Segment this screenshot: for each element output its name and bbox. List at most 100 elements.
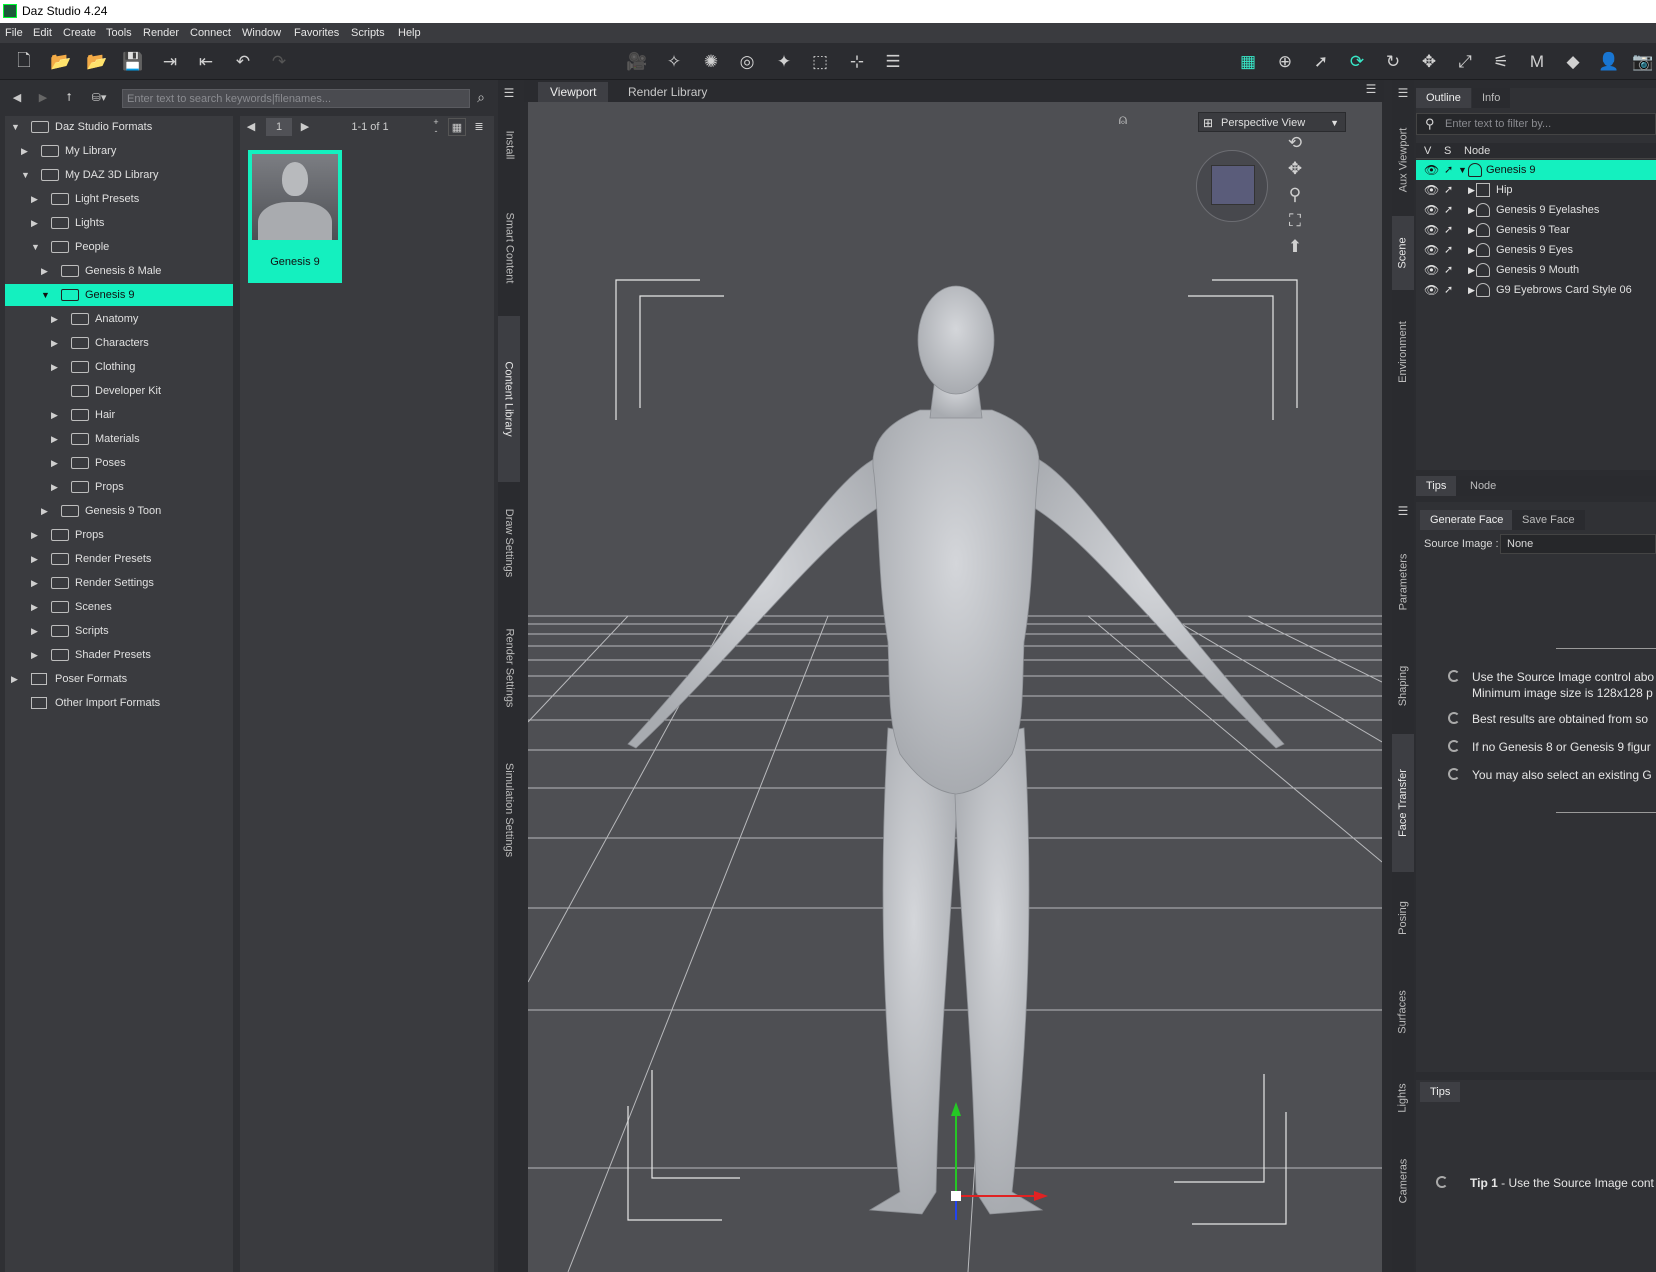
expand-arrow-icon[interactable]: ▶	[51, 476, 61, 498]
tab-outline[interactable]: Outline	[1416, 88, 1471, 108]
create-spot-light-icon[interactable]: ◎	[736, 51, 758, 73]
tab-scene[interactable]: Scene	[1392, 216, 1414, 290]
selectable-pointer-icon[interactable]: ➚	[1444, 280, 1453, 300]
tree-item[interactable]: ▶ Render Settings	[5, 572, 233, 594]
menu-file[interactable]: File	[5, 27, 23, 39]
aim-icon[interactable]: ⬆	[1284, 236, 1306, 258]
tab-info[interactable]: Info	[1472, 88, 1511, 108]
tab-simulation-settings[interactable]: Simulation Settings	[498, 734, 520, 886]
joint-editor-icon[interactable]: ⚟	[1490, 51, 1512, 73]
expand-arrow-icon[interactable]: ▶	[1468, 220, 1475, 240]
create-distant-light-icon[interactable]: ✧	[663, 51, 685, 73]
grid-icon[interactable]: ▦	[1237, 51, 1259, 73]
expand-arrow-icon[interactable]: ▶	[1468, 280, 1475, 300]
selectable-pointer-icon[interactable]: ➚	[1444, 240, 1453, 260]
outline-node-row[interactable]: 👁 ➚ ▶ Hip	[1416, 180, 1656, 200]
tab-tips[interactable]: Tips	[1416, 476, 1457, 496]
tree-item[interactable]: ▶ Materials	[5, 428, 233, 450]
pan-icon[interactable]: ✥	[1284, 158, 1306, 180]
universal-tool-icon[interactable]: ⊕	[1274, 51, 1296, 73]
tab-node[interactable]: Node	[1460, 476, 1507, 496]
visibility-eye-icon[interactable]: 👁	[1424, 240, 1439, 260]
content-item-genesis-9[interactable]: Genesis 9	[248, 150, 342, 283]
drawstyle-icon[interactable]: ⍝	[1112, 108, 1134, 130]
tree-item[interactable]: ▶ Genesis 8 Male	[5, 260, 233, 282]
tree-item[interactable]: ▶ Shader Presets	[5, 644, 233, 666]
menu-help[interactable]: Help	[398, 27, 421, 39]
selectable-pointer-icon[interactable]: ➚	[1444, 220, 1453, 240]
undo-icon[interactable]: ↶	[232, 51, 254, 73]
panel-menu-icon[interactable]: ☰	[1392, 82, 1414, 104]
tree-item[interactable]: ▶ Props	[5, 524, 233, 546]
menu-tools[interactable]: Tools	[106, 27, 132, 39]
tab-generate-face[interactable]: Generate Face	[1420, 510, 1514, 530]
menu-favorites[interactable]: Favorites	[294, 27, 339, 39]
tab-viewport[interactable]: Viewport	[538, 82, 609, 102]
collapse-arrow-icon[interactable]: ▼	[41, 284, 51, 306]
collapse-arrow-icon[interactable]: ▼	[1458, 160, 1467, 180]
tab-smart-content[interactable]: Smart Content	[498, 184, 520, 312]
new-file-icon[interactable]: 🗋	[13, 51, 35, 73]
camera-selector[interactable]: ⊞ Perspective View ▼	[1198, 112, 1346, 132]
tree-item[interactable]: ▶ Light Presets	[5, 188, 233, 210]
tree-item[interactable]: ▶ Poser Formats	[5, 668, 233, 690]
column-visible[interactable]: V	[1424, 145, 1431, 157]
outline-node-row[interactable]: 👁 ➚ ▼ Genesis 9	[1416, 160, 1656, 180]
tree-item[interactable]: ▶ Scripts	[5, 620, 233, 642]
tab-surfaces[interactable]: Surfaces	[1392, 964, 1414, 1060]
database-icon[interactable]: ⛁▾	[86, 89, 112, 107]
column-node[interactable]: Node	[1464, 145, 1490, 157]
view-cube-face[interactable]	[1211, 165, 1255, 205]
expand-arrow-icon[interactable]: ▶	[51, 452, 61, 474]
expand-arrow-icon[interactable]: ▶	[31, 620, 41, 642]
tab-tips-bottom[interactable]: Tips	[1420, 1082, 1461, 1102]
list-view-icon[interactable]: ≣	[470, 118, 488, 136]
expand-arrow-icon[interactable]: ▶	[31, 188, 41, 210]
expand-arrow-icon[interactable]: ▶	[31, 596, 41, 618]
viewport-menu-icon[interactable]: ☰	[1360, 78, 1382, 100]
outline-node-row[interactable]: 👁 ➚ ▶ Genesis 9 Tear	[1416, 220, 1656, 240]
selectable-pointer-icon[interactable]: ➚	[1444, 180, 1453, 200]
tab-cameras[interactable]: Cameras	[1392, 1136, 1414, 1226]
selectable-pointer-icon[interactable]: ➚	[1444, 260, 1453, 280]
visibility-eye-icon[interactable]: 👁	[1424, 160, 1439, 180]
tree-item[interactable]: ▼ Daz Studio Formats	[5, 116, 233, 138]
search-icon[interactable]: ⌕	[472, 88, 490, 106]
camera-icon[interactable]: 📷	[1632, 51, 1654, 73]
merge-icon[interactable]: 📂	[86, 51, 108, 73]
tree-item[interactable]: ▶ Lights	[5, 212, 233, 234]
menu-edit[interactable]: Edit	[33, 27, 52, 39]
tree-item[interactable]: ▼ My DAZ 3D Library	[5, 164, 233, 186]
visibility-eye-icon[interactable]: 👁	[1424, 200, 1439, 220]
create-point-light-icon[interactable]: ✺	[700, 51, 722, 73]
node-selection-icon[interactable]: ➚	[1310, 51, 1332, 73]
expand-arrow-icon[interactable]: ▶	[31, 212, 41, 234]
surface-selection-icon[interactable]: ◆	[1562, 51, 1584, 73]
icon-view-icon[interactable]: ▦	[448, 118, 466, 136]
tree-item[interactable]: ▶ Props	[5, 476, 233, 498]
align-icon[interactable]: ☰	[882, 51, 904, 73]
expand-arrow-icon[interactable]: ▶	[11, 668, 21, 690]
expand-arrow-icon[interactable]: ▶	[31, 644, 41, 666]
translate-icon[interactable]: ✥	[1418, 51, 1440, 73]
visibility-eye-icon[interactable]: 👁	[1424, 280, 1439, 300]
expand-arrow-icon[interactable]: ▶	[31, 572, 41, 594]
menu-connect[interactable]: Connect	[190, 27, 231, 39]
tab-posing[interactable]: Posing	[1392, 874, 1414, 962]
create-primitive-icon[interactable]: ⬚	[809, 51, 831, 73]
tree-item[interactable]: ▶ Hair	[5, 404, 233, 426]
panel-menu-icon[interactable]: ☰	[1392, 500, 1414, 522]
tab-shaping[interactable]: Shaping	[1392, 640, 1414, 732]
menu-create[interactable]: Create	[63, 27, 96, 39]
expand-arrow-icon[interactable]: ▶	[1468, 240, 1475, 260]
expand-arrow-icon[interactable]: ▶	[1468, 180, 1475, 200]
tree-item[interactable]: ▶ Poses	[5, 452, 233, 474]
create-null-icon[interactable]: ⊹	[846, 51, 868, 73]
expand-arrow-icon[interactable]: ▶	[41, 260, 51, 282]
tab-environment[interactable]: Environment	[1392, 292, 1414, 412]
visibility-eye-icon[interactable]: 👁	[1424, 260, 1439, 280]
tree-item[interactable]: Other Import Formats	[5, 692, 233, 714]
redo-icon[interactable]: ↷	[268, 51, 290, 73]
tree-item[interactable]: ▼ Genesis 9	[5, 284, 233, 306]
export-icon[interactable]: ⇤	[195, 51, 217, 73]
